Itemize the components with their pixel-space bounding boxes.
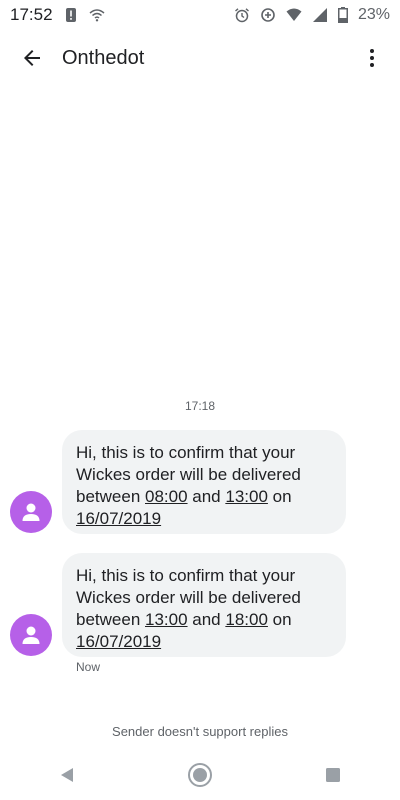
message-text: and: [187, 610, 226, 629]
no-replies-note: Sender doesn't support replies: [112, 724, 288, 739]
nav-back-button[interactable]: [47, 755, 87, 795]
delivery-time-from[interactable]: 13:00: [145, 610, 188, 629]
data-saver-icon: [261, 8, 275, 22]
alarm-icon: [235, 8, 249, 23]
avatar[interactable]: [10, 491, 52, 533]
status-bar: 17:52 23%: [0, 0, 400, 30]
wifi-icon: [89, 9, 105, 22]
delivery-time-from[interactable]: 08:00: [145, 487, 188, 506]
back-triangle-icon: [60, 768, 73, 782]
battery-icon: [337, 7, 348, 23]
message-time-label: Now: [76, 660, 101, 674]
messages-screen: 17:52 23% Onthedot 17:18 Hi, this is to …: [0, 0, 400, 800]
recents-square-icon: [326, 768, 341, 782]
delivery-time-to[interactable]: 13:00: [225, 487, 268, 506]
home-circle-icon: [187, 763, 212, 787]
message-bubble[interactable]: Hi, this is to confirm that your Wickes …: [62, 553, 346, 657]
back-button[interactable]: [8, 34, 56, 82]
message-text: on: [267, 610, 292, 629]
person-icon: [22, 503, 40, 521]
delivery-date[interactable]: 16/07/2019: [76, 632, 161, 651]
message-bubble[interactable]: Hi, this is to confirm that your Wickes …: [62, 430, 346, 534]
alert-icon: [65, 8, 76, 22]
message-text: and: [187, 487, 226, 506]
person-icon: [22, 626, 40, 644]
delivery-time-to[interactable]: 18:00: [225, 610, 268, 629]
status-time: 17:52: [10, 5, 53, 24]
more-vertical-icon: [370, 49, 374, 67]
battery-percent: 23%: [357, 6, 390, 23]
nav-home-button[interactable]: [180, 755, 220, 795]
conversation-timestamp: 17:18: [184, 399, 216, 413]
app-bar: Onthedot: [0, 34, 400, 82]
message-text: on: [267, 487, 292, 506]
conversation-title: Onthedot: [62, 46, 145, 69]
cell-signal-icon: [312, 8, 327, 22]
avatar[interactable]: [10, 614, 52, 656]
delivery-date[interactable]: 16/07/2019: [76, 509, 161, 528]
more-options-button[interactable]: [352, 34, 392, 82]
nav-recents-button[interactable]: [313, 755, 353, 795]
wifi-signal-icon: [286, 8, 302, 21]
system-nav-bar: [0, 750, 400, 800]
arrow-back-icon: [24, 50, 40, 66]
